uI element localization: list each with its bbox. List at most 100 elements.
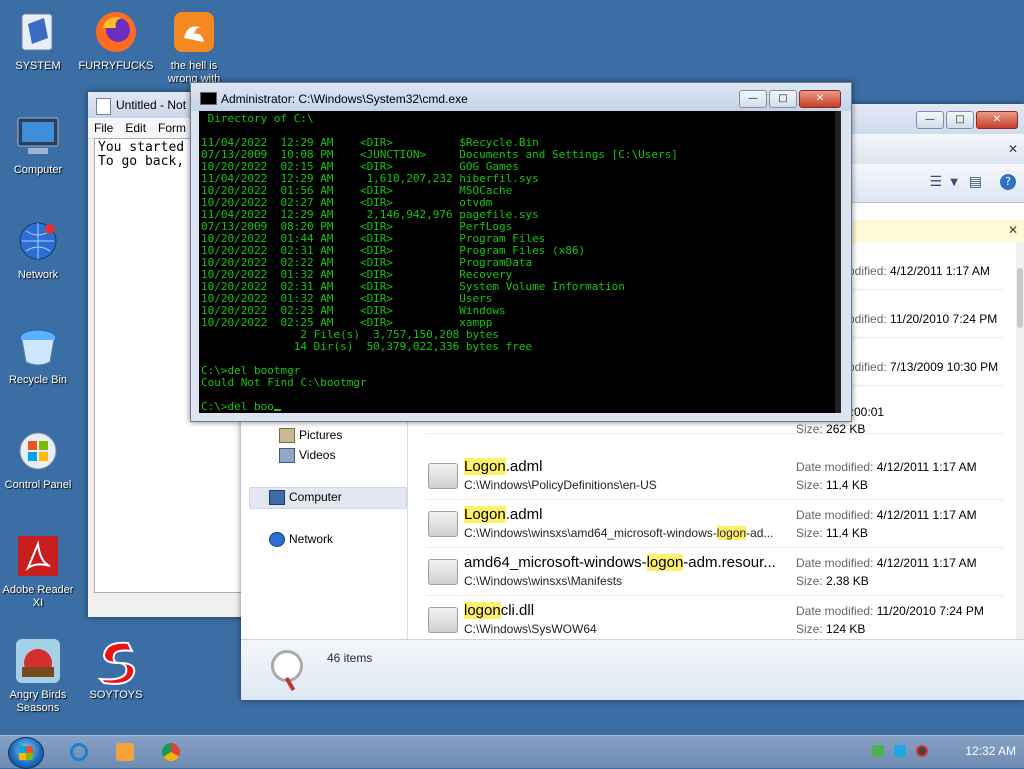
- clear-search-icon[interactable]: ✕: [1008, 142, 1018, 156]
- nav-item-network[interactable]: Network: [289, 532, 333, 546]
- display-tray-icon[interactable]: [894, 745, 906, 757]
- close-infobar-icon[interactable]: ✕: [1008, 223, 1018, 237]
- desktop-icon-label: SYSTEM: [15, 60, 61, 72]
- close-icon: ✕: [815, 93, 825, 104]
- file-size: 2.38 KB: [826, 574, 869, 588]
- maximize-button[interactable]: □: [946, 111, 974, 129]
- scrollbar-thumb[interactable]: [1017, 268, 1023, 328]
- date-modified: 4/12/2011 1:17 AM: [876, 508, 977, 522]
- notepad-icon: [96, 98, 111, 115]
- videos-icon: [279, 448, 295, 463]
- minimize-icon: —: [925, 114, 935, 125]
- meta-label: Date modified:: [796, 460, 874, 474]
- meta-label: odified:: [848, 312, 887, 326]
- internet-explorer-icon[interactable]: [70, 743, 88, 761]
- meta-label: Date modified:: [796, 604, 874, 618]
- item-count: 46 items: [327, 651, 373, 665]
- meta-label: Date modified:: [796, 508, 874, 522]
- recycle-bin-icon: [14, 322, 62, 370]
- file-name: logoncli.dll: [464, 602, 535, 619]
- list-item[interactable]: logoncli.dll C:\Windows\SysWOW64 Date mo…: [426, 596, 1004, 644]
- media-player-icon[interactable]: [116, 743, 134, 761]
- taskbar: 12:32 AM: [0, 735, 1024, 769]
- desktop-icon-system[interactable]: SYSTEM: [0, 8, 76, 73]
- file-path: C:\Windows\SysWOW64: [464, 622, 597, 636]
- start-button[interactable]: [8, 737, 44, 769]
- details-pane: 46 items: [241, 639, 1024, 700]
- dll-file-icon: [428, 607, 458, 633]
- pictures-icon: [279, 428, 295, 443]
- menu-edit[interactable]: Edit: [119, 118, 152, 138]
- adobe-reader-icon: [14, 532, 62, 580]
- desktop-icon-ucbrowser[interactable]: the hell is wrong with: [156, 8, 232, 86]
- list-item[interactable]: amd64_microsoft-windows-logon-adm.resour…: [426, 548, 1004, 596]
- cmd-window[interactable]: Administrator: C:\Windows\System32\cmd.e…: [190, 82, 852, 422]
- maximize-button[interactable]: □: [769, 90, 797, 108]
- notepad-title: Untitled - Not: [116, 98, 187, 112]
- minimize-button[interactable]: —: [916, 111, 944, 129]
- desktop-icon-adobe-reader[interactable]: Adobe Reader XI: [0, 532, 76, 610]
- menu-format[interactable]: Form: [152, 118, 192, 138]
- date-modified: 11/20/2010 7:24 PM: [876, 604, 984, 618]
- desktop-icon-soytoys[interactable]: SOYTOYS: [78, 637, 154, 702]
- results-scrollbar[interactable]: [1016, 242, 1024, 640]
- file-icon: [428, 559, 458, 585]
- list-item[interactable]: Logon.adml C:\Windows\PolicyDefinitions\…: [426, 452, 1004, 500]
- desktop-icon-furryfucks[interactable]: FURRYFUCKS: [78, 8, 154, 73]
- list-item[interactable]: Logon.adml C:\Windows\winsxs\amd64_micro…: [426, 500, 1004, 548]
- menu-file[interactable]: File: [88, 118, 119, 138]
- network-icon: [14, 217, 62, 265]
- close-icon: ✕: [992, 114, 1002, 125]
- view-options-icon[interactable]: ☰: [929, 174, 942, 190]
- clock[interactable]: 12:32 AM: [965, 744, 1016, 758]
- console-cursor: [273, 409, 281, 411]
- soytoys-icon: [92, 637, 140, 685]
- search-results-icon: [271, 650, 303, 682]
- desktop-icon-angry-birds[interactable]: Angry Birds Seasons: [0, 637, 76, 715]
- preview-pane-icon[interactable]: ▤: [969, 174, 982, 190]
- desktop-icon-network[interactable]: Network: [0, 217, 76, 282]
- console-line: C:\>del boo: [201, 401, 281, 413]
- minimize-icon: —: [748, 93, 758, 104]
- file-path: C:\Windows\PolicyDefinitions\en-US: [464, 478, 657, 492]
- close-button[interactable]: ✕: [976, 111, 1018, 129]
- minimize-button[interactable]: —: [739, 90, 767, 108]
- cmd-console[interactable]: Directory of C:\ 11/04/2022 12:29 AM <DIR…: [199, 111, 841, 413]
- system-icon: [14, 8, 62, 56]
- file-name: Logon.adml: [464, 506, 543, 523]
- date-modified: 4/12/2011 1:17 AM: [890, 264, 990, 278]
- meta-label: Size:: [796, 622, 823, 636]
- chevron-down-icon[interactable]: ▼: [950, 177, 958, 188]
- help-icon[interactable]: ?: [1000, 174, 1016, 190]
- nav-item-videos[interactable]: Videos: [299, 448, 335, 462]
- desktop-icon-computer[interactable]: Computer: [0, 112, 76, 177]
- desktop-icon-label: Recycle Bin: [8, 374, 68, 386]
- desktop-icon-label: Computer: [13, 164, 63, 176]
- file-size: 124 KB: [826, 622, 866, 636]
- console-scrollbar[interactable]: [835, 111, 841, 413]
- cmd-titlebar[interactable]: Administrator: C:\Windows\System32\cmd.e…: [191, 83, 851, 111]
- file-name: Logon.adml: [464, 458, 543, 475]
- chrome-icon[interactable]: [162, 743, 180, 761]
- desktop-icon-control-panel[interactable]: Control Panel: [0, 427, 76, 492]
- file-icon: [428, 463, 458, 489]
- network-tray-icon[interactable]: [872, 745, 884, 757]
- maximize-icon: □: [955, 114, 965, 125]
- nav-item-computer[interactable]: Computer: [289, 490, 342, 504]
- desktop-icon-label: Control Panel: [4, 479, 72, 491]
- desktop-icon-recycle-bin[interactable]: Recycle Bin: [0, 322, 76, 387]
- meta-label: Size:: [796, 422, 823, 436]
- meta-label: odified:: [848, 264, 887, 278]
- cmd-title: Administrator: C:\Windows\System32\cmd.e…: [221, 92, 468, 106]
- console-line: 14 Dir(s) 50,379,022,336 bytes free: [201, 340, 533, 353]
- file-path: C:\Windows\winsxs\Manifests: [464, 574, 623, 588]
- nav-item-pictures[interactable]: Pictures: [299, 428, 342, 442]
- desktop-icon-label: Network: [17, 269, 59, 281]
- cmd-icon: [200, 92, 217, 105]
- meta-label: Date modified:: [796, 556, 874, 570]
- volume-tray-icon[interactable]: [916, 745, 928, 757]
- date-modified: 11/20/2010 7:24 PM: [890, 312, 998, 326]
- meta-label: Size:: [796, 574, 823, 588]
- console-line: Directory of C:\: [201, 112, 314, 125]
- close-button[interactable]: ✕: [799, 90, 841, 108]
